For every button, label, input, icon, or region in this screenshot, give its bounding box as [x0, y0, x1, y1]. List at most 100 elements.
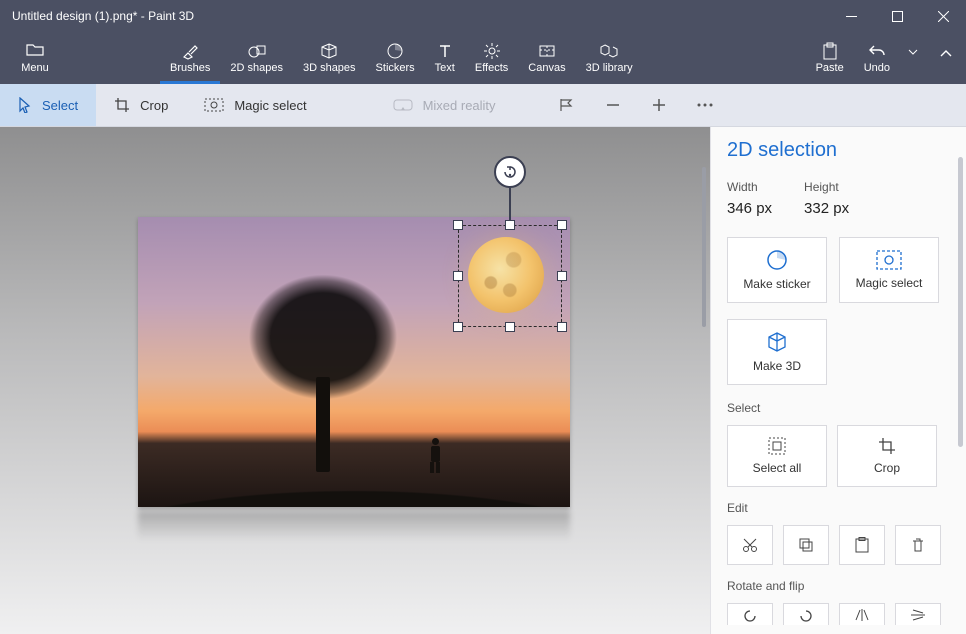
- make-3d-button[interactable]: Make 3D: [727, 319, 827, 385]
- maximize-button[interactable]: [874, 0, 920, 32]
- resize-handle-n[interactable]: [505, 220, 515, 230]
- ribbon-effects[interactable]: Effects: [465, 32, 518, 84]
- menu-label: Menu: [21, 62, 49, 74]
- paste-button[interactable]: [839, 525, 885, 565]
- panel-scrollbar[interactable]: [958, 157, 963, 447]
- more-icon: [697, 103, 713, 107]
- trash-icon: [911, 537, 925, 553]
- rotate-section-label: Rotate and flip: [727, 579, 950, 593]
- flip-vertical-button[interactable]: [895, 603, 941, 625]
- selection-box[interactable]: [458, 225, 562, 327]
- tool-label: Crop: [140, 98, 168, 113]
- width-label: Width: [727, 180, 772, 194]
- ribbon-history-dropdown[interactable]: [900, 32, 926, 84]
- flip-v-icon: [910, 608, 926, 622]
- paste-icon: [855, 537, 869, 553]
- tool-3d-view[interactable]: [544, 84, 590, 126]
- tool-label: Select: [42, 98, 78, 113]
- select-all-icon: [768, 437, 786, 455]
- cursor-icon: [18, 97, 32, 113]
- chevron-down-icon: [908, 49, 918, 67]
- window-title: Untitled design (1).png* - Paint 3D: [0, 9, 828, 23]
- resize-handle-ne[interactable]: [557, 220, 567, 230]
- ribbon: Menu Brushes 2D shapes 3D shapes Sticker…: [0, 32, 966, 84]
- ribbon-undo[interactable]: Undo: [854, 32, 900, 84]
- resize-handle-nw[interactable]: [453, 220, 463, 230]
- ribbon-stickers[interactable]: Stickers: [366, 32, 425, 84]
- height-label: Height: [804, 180, 849, 194]
- chevron-up-icon: [940, 49, 952, 67]
- select-all-button[interactable]: Select all: [727, 425, 827, 487]
- minimize-button[interactable]: [828, 0, 874, 32]
- resize-handle-se[interactable]: [557, 322, 567, 332]
- crop-icon: [878, 437, 896, 455]
- flip-horizontal-button[interactable]: [839, 603, 885, 625]
- tool-magic-select[interactable]: Magic select: [186, 84, 324, 126]
- tool-label: Magic select: [234, 98, 306, 113]
- resize-handle-e[interactable]: [557, 271, 567, 281]
- make-sticker-button[interactable]: Make sticker: [727, 237, 827, 303]
- flip-h-icon: [854, 608, 870, 622]
- button-label: Make 3D: [753, 359, 801, 373]
- ribbon-text[interactable]: Text: [425, 32, 465, 84]
- rotate-right-icon: [798, 608, 814, 622]
- plus-icon: [652, 98, 666, 112]
- undo-icon: [868, 42, 886, 60]
- resize-handle-sw[interactable]: [453, 322, 463, 332]
- height-value: 332 px: [804, 200, 849, 217]
- rotate-icon: [502, 164, 518, 180]
- tool-crop[interactable]: Crop: [96, 84, 186, 126]
- content-area: 2D selection Width 346 px Height 332 px …: [0, 127, 966, 634]
- ribbon-brushes[interactable]: Brushes: [160, 32, 220, 84]
- side-panel: 2D selection Width 346 px Height 332 px …: [710, 127, 966, 634]
- ribbon-3d-shapes[interactable]: 3D shapes: [293, 32, 366, 84]
- rotate-handle[interactable]: [494, 156, 526, 188]
- cube-icon: [320, 42, 338, 60]
- cube-icon: [766, 331, 788, 353]
- effects-icon: [483, 42, 501, 60]
- canvas-shadow: [138, 511, 570, 541]
- ribbon-label: Undo: [864, 62, 890, 74]
- canvas-viewport[interactable]: [0, 127, 710, 634]
- canvas-scrollbar[interactable]: [702, 167, 706, 327]
- panel-title: 2D selection: [727, 139, 950, 162]
- hill-graphic: [118, 427, 590, 507]
- ribbon-label: Canvas: [528, 62, 565, 74]
- tool-more[interactable]: [682, 84, 728, 126]
- tool-zoom-out[interactable]: [590, 84, 636, 126]
- sticker-icon: [386, 42, 404, 60]
- ribbon-label: Text: [435, 62, 455, 74]
- sticker-icon: [766, 249, 788, 271]
- folder-icon: [26, 42, 44, 60]
- ribbon-2d-shapes[interactable]: 2D shapes: [220, 32, 293, 84]
- menu-button[interactable]: Menu: [0, 32, 70, 84]
- crop-button[interactable]: Crop: [837, 425, 937, 487]
- copy-button[interactable]: [783, 525, 829, 565]
- canvas-icon: [538, 42, 556, 60]
- close-button[interactable]: [920, 0, 966, 32]
- tool-zoom-in[interactable]: [636, 84, 682, 126]
- minus-icon: [606, 98, 620, 112]
- dimensions-row: Width 346 px Height 332 px: [727, 180, 950, 217]
- ribbon-label: 3D shapes: [303, 62, 356, 74]
- select-section-label: Select: [727, 401, 950, 415]
- resize-handle-s[interactable]: [505, 322, 515, 332]
- rotate-left-icon: [742, 608, 758, 622]
- delete-button[interactable]: [895, 525, 941, 565]
- rotate-right-button[interactable]: [783, 603, 829, 625]
- button-label: Make sticker: [743, 277, 810, 291]
- tool-select[interactable]: Select: [0, 84, 96, 126]
- cut-button[interactable]: [727, 525, 773, 565]
- ribbon-canvas[interactable]: Canvas: [518, 32, 575, 84]
- ribbon-3d-library[interactable]: 3D library: [576, 32, 643, 84]
- vr-icon: [393, 99, 413, 111]
- rotate-left-button[interactable]: [727, 603, 773, 625]
- edit-section-label: Edit: [727, 501, 950, 515]
- crop-icon: [114, 97, 130, 113]
- ribbon-collapse[interactable]: [926, 32, 966, 84]
- resize-handle-w[interactable]: [453, 271, 463, 281]
- button-label: Magic select: [856, 276, 923, 290]
- ribbon-paste[interactable]: Paste: [806, 32, 854, 84]
- ribbon-label: 3D library: [586, 62, 633, 74]
- magic-select-button[interactable]: Magic select: [839, 237, 939, 303]
